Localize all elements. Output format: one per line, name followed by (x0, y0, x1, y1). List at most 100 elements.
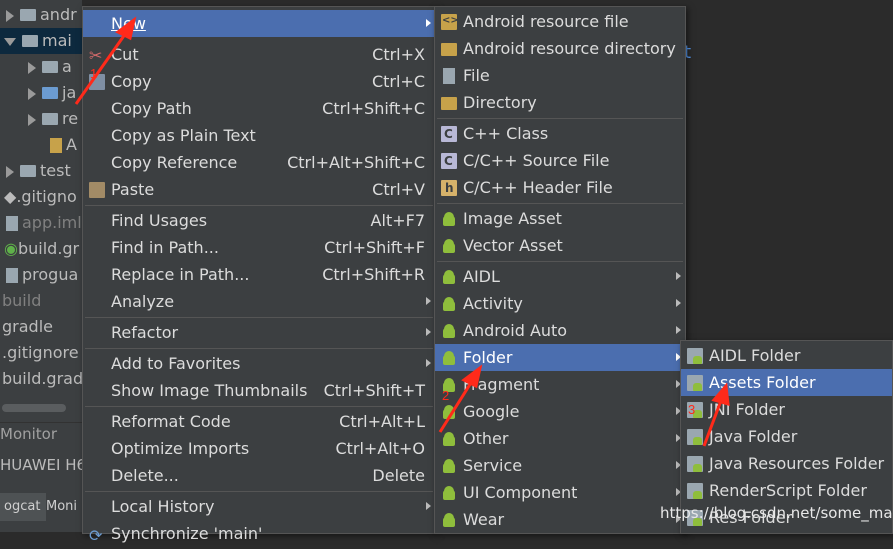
new-item-vector-asset[interactable]: Vector Asset (435, 232, 685, 259)
watermark-text: https://blog.csdn.net/some_man (660, 504, 893, 522)
menu-item-label: Copy (111, 72, 152, 91)
file-icon (6, 268, 18, 283)
menu-item-copy-reference[interactable]: Copy Reference Ctrl+Alt+Shift+C (83, 149, 435, 176)
new-item-google[interactable]: Google (435, 398, 685, 425)
tree-row-build-gradle-root[interactable]: build.gradl (2, 366, 82, 392)
tree-row-main[interactable]: mai (0, 28, 82, 54)
menu-item-refactor[interactable]: Refactor (83, 319, 435, 346)
new-item-aidl[interactable]: AIDL (435, 263, 685, 290)
tree-row-gitignore-root[interactable]: .gitignore (2, 340, 79, 366)
folder-item-renderscript[interactable]: RenderScript Folder (681, 477, 892, 504)
device-selector[interactable]: HUAWEI H6 (0, 452, 86, 478)
tree-row-manifest[interactable]: A (0, 132, 77, 158)
new-item-other[interactable]: Other (435, 425, 685, 452)
tree-row-assets[interactable]: a (0, 54, 72, 80)
folder-item-assets[interactable]: Assets Folder (681, 369, 892, 396)
menu-item-synchronize[interactable]: Synchronize 'main' (83, 520, 435, 549)
menu-item-label: Android resource file (463, 12, 629, 31)
tab-logcat-label: ogcat (4, 499, 41, 514)
expand-arrow-icon[interactable] (28, 113, 36, 126)
monitor-label: Monitor (0, 425, 58, 443)
folder-icon (42, 112, 58, 125)
tree-row-label: a (62, 57, 72, 76)
menu-item-new[interactable]: New (83, 10, 435, 37)
new-item-wear[interactable]: Wear (435, 506, 685, 533)
menu-item-delete[interactable]: Delete... Delete (83, 462, 435, 489)
new-item-ui-component[interactable]: UI Component (435, 479, 685, 506)
new-item-image-asset[interactable]: Image Asset (435, 205, 685, 232)
menu-item-label: RenderScript Folder (709, 481, 867, 500)
new-item-cpp-header[interactable]: C/C++ Header File (435, 174, 685, 201)
menu-item-label: Directory (463, 93, 537, 112)
menu-item-copy-path[interactable]: Copy Path Ctrl+Shift+C (83, 95, 435, 122)
tree-row-app-iml[interactable]: app.iml (0, 210, 82, 236)
menu-item-find-in-path[interactable]: Find in Path... Ctrl+Shift+F (83, 234, 435, 261)
folder-item-aidl[interactable]: AIDL Folder (681, 342, 892, 369)
menu-item-cut[interactable]: Cut Ctrl+X (83, 41, 435, 69)
menu-item-show-image-thumbnails[interactable]: Show Image Thumbnails Ctrl+Shift+T (83, 377, 435, 404)
expand-arrow-icon[interactable] (6, 9, 14, 22)
new-item-fragment[interactable]: Fragment (435, 371, 685, 398)
new-item-cpp-class[interactable]: C++ Class (435, 120, 685, 147)
collapse-arrow-icon[interactable] (4, 37, 16, 46)
menu-item-label: Google (463, 402, 520, 421)
new-item-file[interactable]: File (435, 62, 685, 89)
folder-item-java-resources[interactable]: Java Resources Folder (681, 450, 892, 477)
menu-item-reformat-code[interactable]: Reformat Code Ctrl+Alt+L (83, 408, 435, 435)
new-item-service[interactable]: Service (435, 452, 685, 479)
menu-separator (85, 317, 433, 318)
menu-item-local-history[interactable]: Local History (83, 493, 435, 520)
menu-item-label: C++ Class (463, 124, 549, 143)
scrollbar-thumb[interactable] (2, 404, 66, 412)
tree-row-res[interactable]: re (0, 106, 78, 132)
menu-item-label: Show Image Thumbnails (111, 381, 308, 400)
menu-item-label: C/C++ Header File (463, 178, 613, 197)
folder-item-java[interactable]: Java Folder (681, 423, 892, 450)
tree-row-androidtest[interactable]: andr (0, 2, 77, 28)
xml-file-icon (441, 13, 459, 30)
menu-item-label: Wear (463, 510, 505, 529)
tree-row-build[interactable]: build (2, 288, 41, 314)
android-icon (441, 404, 457, 420)
new-item-android-resource-file[interactable]: Android resource file (435, 8, 685, 35)
android-folder-icon (687, 375, 703, 391)
submenu-arrow-icon (426, 297, 431, 305)
new-submenu: Android resource file Android resource d… (434, 6, 686, 534)
menu-item-replace-in-path[interactable]: Replace in Path... Ctrl+Shift+R (83, 261, 435, 288)
new-item-directory[interactable]: Directory (435, 89, 685, 116)
menu-item-shortcut: Alt+F7 (370, 211, 425, 230)
menu-item-analyze[interactable]: Analyze (83, 288, 435, 315)
menu-item-paste[interactable]: Paste Ctrl+V (83, 176, 435, 203)
tree-row-java[interactable]: ja (0, 80, 76, 106)
menu-item-copy[interactable]: Copy Ctrl+C (83, 68, 435, 95)
expand-arrow-icon[interactable] (28, 61, 36, 74)
tree-row-label: .gitignore (2, 343, 79, 362)
menu-item-copy-plain-text[interactable]: Copy as Plain Text (83, 122, 435, 149)
new-item-android-auto[interactable]: Android Auto (435, 317, 685, 344)
menu-item-optimize-imports[interactable]: Optimize Imports Ctrl+Alt+O (83, 435, 435, 462)
menu-item-label: Image Asset (463, 209, 562, 228)
new-item-folder[interactable]: Folder (435, 344, 685, 371)
menu-item-shortcut: Ctrl+X (372, 45, 425, 64)
new-item-cpp-source[interactable]: C/C++ Source File (435, 147, 685, 174)
tree-row-gitignore[interactable]: ◆.gitigno (0, 184, 77, 210)
expand-arrow-icon[interactable] (6, 165, 14, 178)
tab-logcat[interactable]: ogcat (0, 493, 46, 521)
menu-item-shortcut: Delete (372, 466, 425, 485)
copy-icon (89, 74, 105, 90)
menu-item-shortcut: Ctrl+Shift+R (322, 265, 425, 284)
context-menu: New Cut Ctrl+X Copy Ctrl+C Copy Path Ctrl+S… (82, 6, 436, 549)
tree-row-gradle[interactable]: gradle (2, 314, 53, 340)
tree-row-label: .gitigno (16, 187, 77, 206)
tree-row-proguard[interactable]: progua (0, 262, 78, 288)
expand-arrow-icon[interactable] (28, 87, 36, 100)
new-item-android-resource-directory[interactable]: Android resource directory (435, 35, 685, 62)
new-item-activity[interactable]: Activity (435, 290, 685, 317)
folder-item-jni[interactable]: JNI Folder (681, 396, 892, 423)
menu-item-find-usages[interactable]: Find Usages Alt+F7 (83, 207, 435, 234)
tree-row-build-gradle[interactable]: ◉build.gr (0, 236, 79, 262)
tree-row-test[interactable]: test (0, 158, 71, 184)
menu-item-add-to-favorites[interactable]: Add to Favorites (83, 350, 435, 377)
menu-separator (437, 118, 683, 119)
tree-row-label: build.gr (17, 239, 80, 258)
